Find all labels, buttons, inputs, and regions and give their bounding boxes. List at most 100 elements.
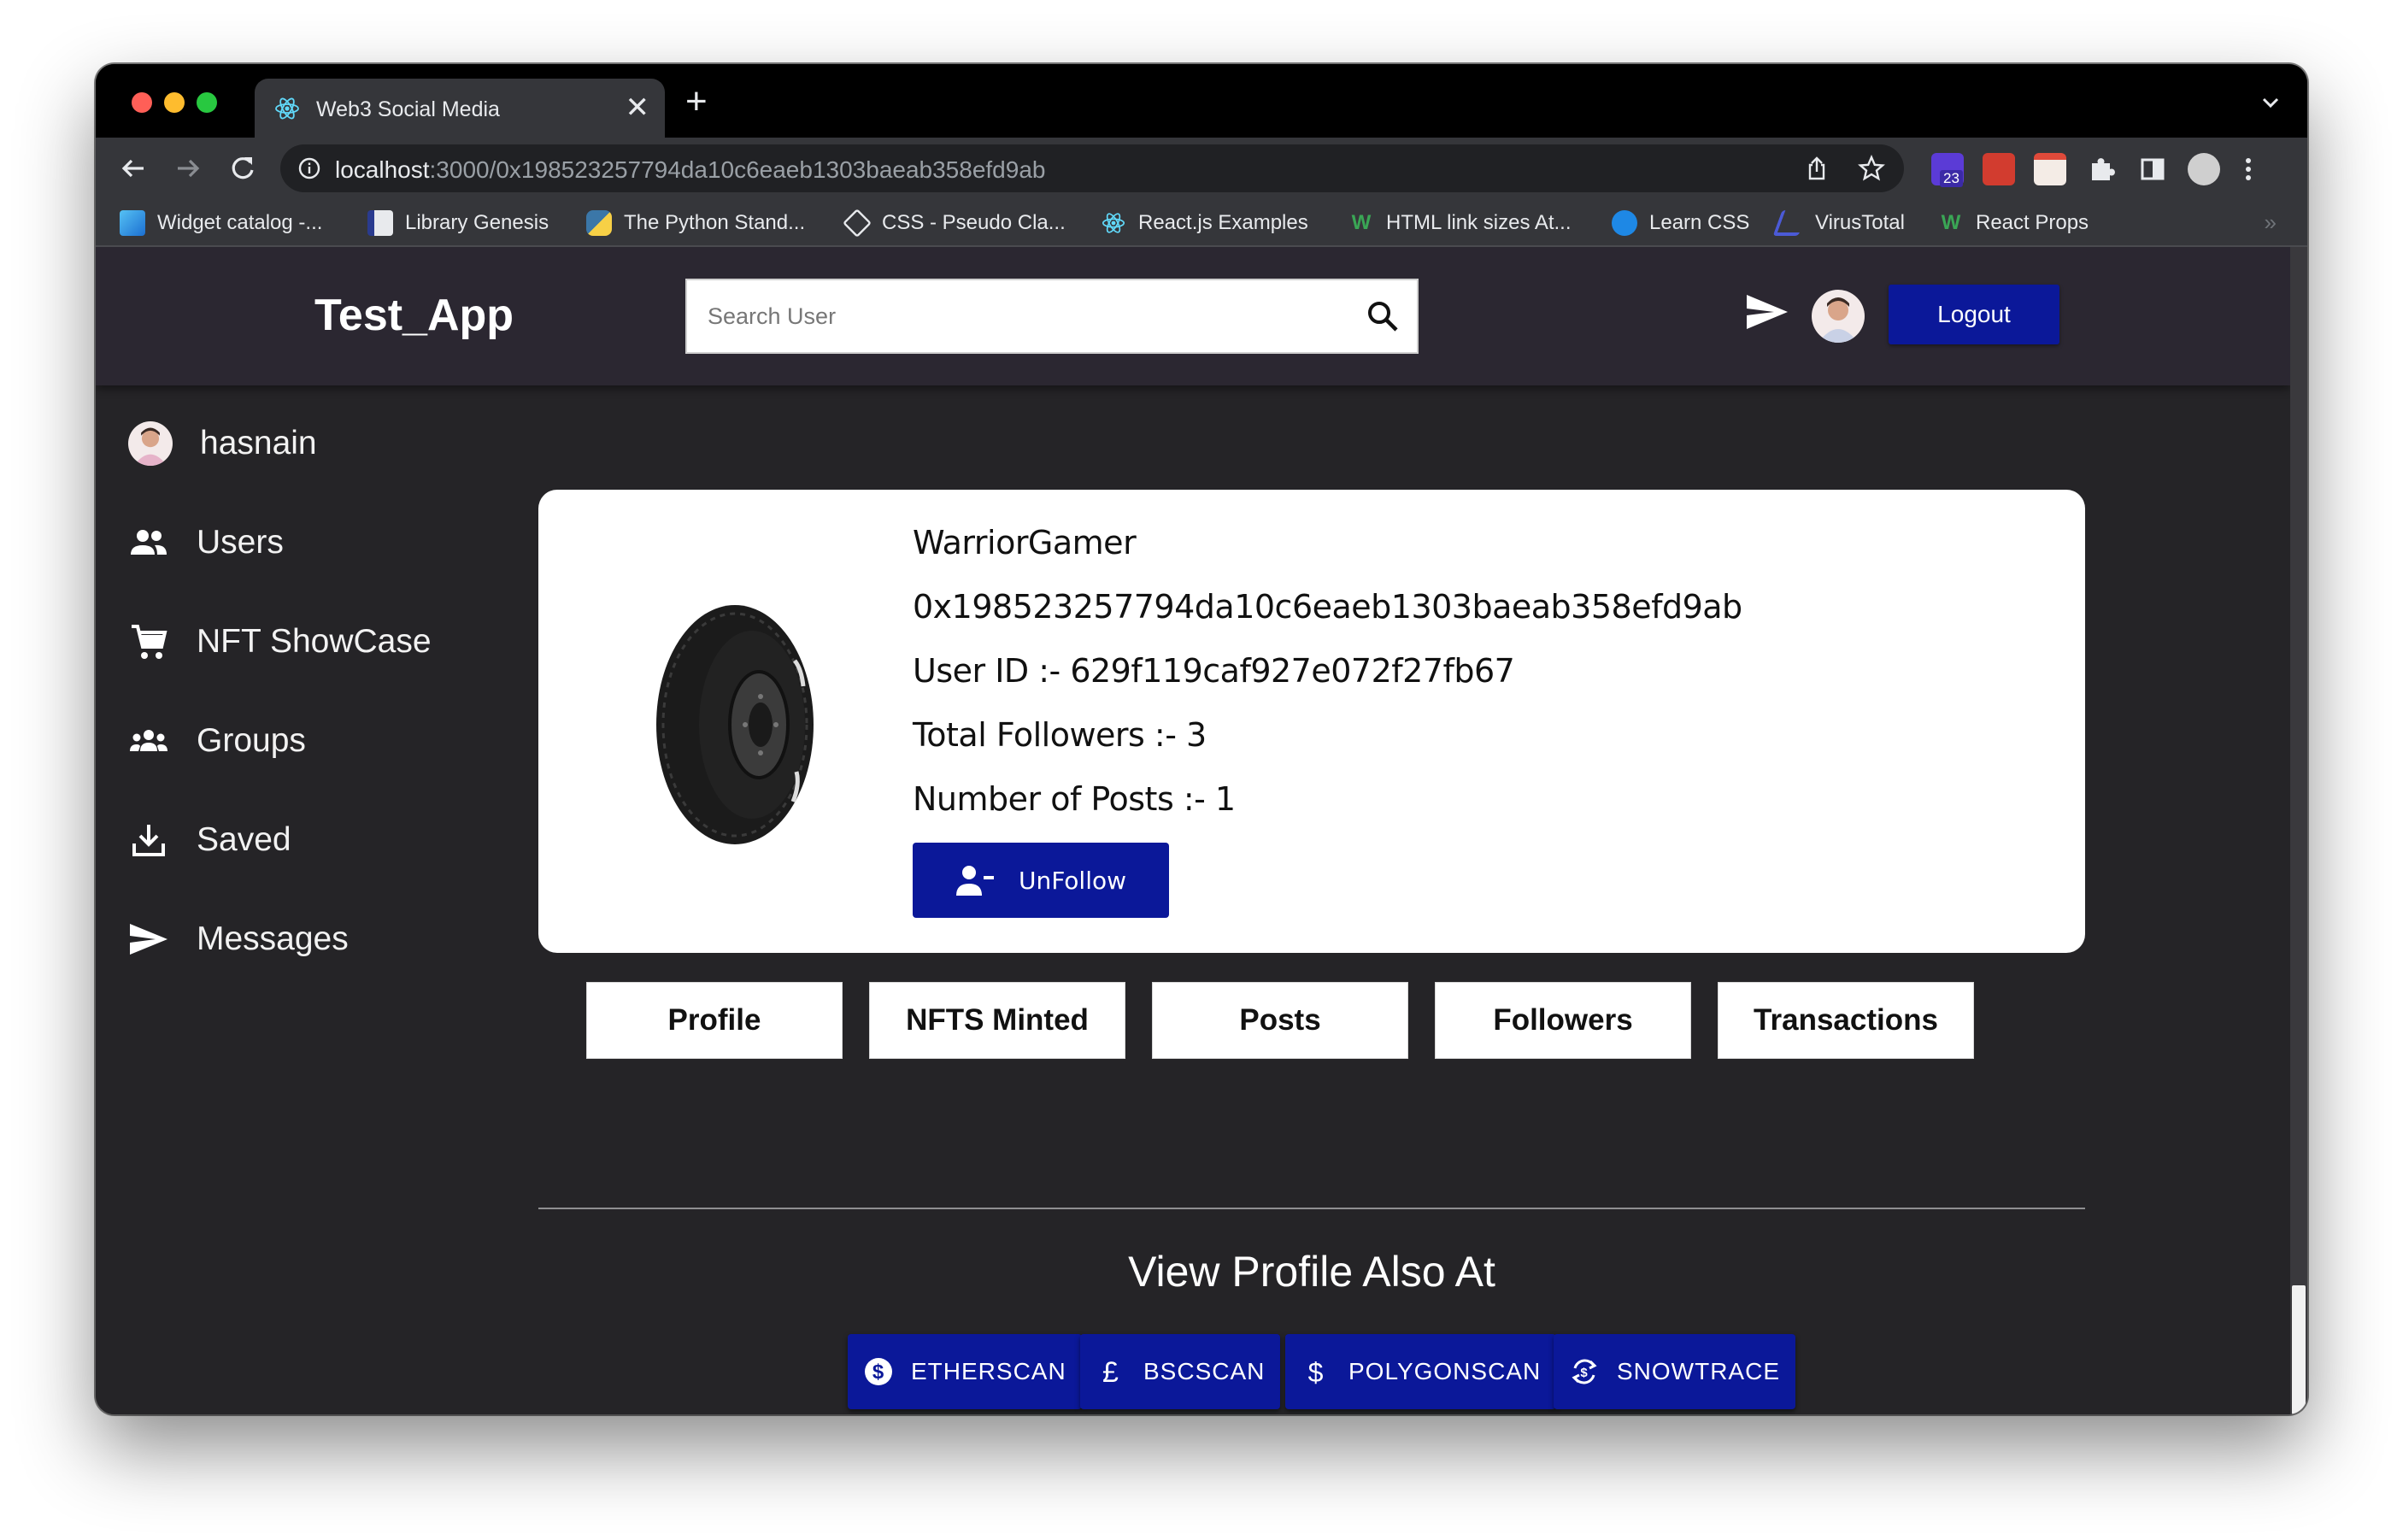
chevron-down-icon[interactable] bbox=[2258, 90, 2283, 115]
puzzle-icon[interactable] bbox=[2085, 153, 2118, 185]
tire-profile-image bbox=[656, 605, 814, 844]
tab-close-button[interactable]: ✕ bbox=[626, 91, 650, 125]
browser-tab[interactable]: Web3 Social Media ✕ bbox=[255, 79, 665, 138]
bookmark-item[interactable]: React.js Examples bbox=[1101, 209, 1308, 237]
tab-transactions[interactable]: Transactions bbox=[1718, 982, 1974, 1059]
browser-toolbar: localhost:3000/0x198523257794da10c6eaeb1… bbox=[96, 138, 2307, 199]
svg-text:$: $ bbox=[1308, 1357, 1325, 1387]
person-remove-icon bbox=[955, 866, 994, 896]
close-window-button[interactable] bbox=[132, 92, 152, 113]
profile-posts: Number of Posts :- 1 bbox=[913, 780, 1236, 818]
sidebar-item-messages[interactable]: Messages bbox=[128, 914, 349, 965]
bookmark-item[interactable]: W HTML link sizes At... bbox=[1348, 209, 1572, 237]
bookmark-label: React.js Examples bbox=[1138, 211, 1308, 234]
dollar-icon: $ bbox=[1308, 1357, 1325, 1387]
profile-avatar-icon[interactable] bbox=[2188, 153, 2220, 185]
sidebar-item-users[interactable]: Users bbox=[128, 517, 284, 568]
address-bar[interactable]: localhost:3000/0x198523257794da10c6eaeb1… bbox=[280, 144, 1904, 192]
bookmarks-overflow-button[interactable]: » bbox=[2265, 209, 2277, 236]
brand-logo[interactable]: Test_App bbox=[314, 290, 514, 341]
explorers-title: View Profile Also At bbox=[1128, 1248, 1495, 1296]
profile-address: 0x198523257794da10c6eaeb1303baeab358efd9… bbox=[913, 588, 1742, 626]
kebab-menu-icon[interactable] bbox=[2232, 153, 2265, 185]
bookmark-item[interactable]: VirusTotal bbox=[1772, 209, 1905, 237]
bookmark-item[interactable]: W React Props bbox=[1938, 209, 2089, 237]
unfollow-label: UnFollow bbox=[1018, 866, 1127, 895]
tab-nfts-minted[interactable]: NFTS Minted bbox=[869, 982, 1125, 1059]
extension-icon[interactable]: 23 bbox=[1931, 153, 1964, 187]
bookmark-label: Learn CSS bbox=[1649, 211, 1750, 234]
currency-exchange-icon: $ bbox=[1572, 1359, 1597, 1384]
profile-user-id: User ID :- 629f119caf927e072f27fb67 bbox=[913, 652, 1515, 690]
browser-window: Web3 Social Media ✕ + localhost:3000/0x1… bbox=[96, 64, 2307, 1414]
tab-posts[interactable]: Posts bbox=[1152, 982, 1408, 1059]
react-icon bbox=[1102, 213, 1125, 233]
extension-badge: 23 bbox=[1940, 170, 1963, 187]
bookmark-item[interactable]: The Python Stand... bbox=[586, 209, 805, 237]
svg-text:$: $ bbox=[872, 1361, 884, 1384]
svg-text:£: £ bbox=[1102, 1356, 1119, 1387]
polygonscan-button[interactable]: $ POLYGONSCAN bbox=[1285, 1334, 1557, 1409]
w-logo-icon: W bbox=[1941, 211, 1961, 234]
avatar[interactable] bbox=[1812, 290, 1865, 343]
bscscan-button[interactable]: £ BSCSCAN bbox=[1080, 1334, 1281, 1409]
send-icon bbox=[130, 924, 167, 955]
bookmark-label: Library Genesis bbox=[405, 211, 549, 234]
cart-icon bbox=[132, 625, 167, 659]
bookmarks-bar: Widget catalog -... Library Genesis The … bbox=[96, 199, 2307, 247]
scrollbar-thumb[interactable] bbox=[2292, 1285, 2306, 1414]
ladybug-extension-icon[interactable] bbox=[1983, 153, 2015, 185]
minimize-window-button[interactable] bbox=[164, 92, 185, 113]
etherscan-button[interactable]: $ ETHERSCAN bbox=[848, 1334, 1082, 1409]
search-box bbox=[685, 279, 1419, 354]
new-tab-button[interactable]: + bbox=[685, 83, 708, 120]
sidebar-item-label: Groups bbox=[197, 722, 306, 759]
snowtrace-button[interactable]: $ SNOWTRACE bbox=[1554, 1334, 1795, 1409]
bscscan-label: BSCSCAN bbox=[1143, 1358, 1266, 1384]
calendar-extension-icon[interactable] bbox=[2034, 153, 2066, 185]
bookmark-item[interactable]: Library Genesis bbox=[367, 209, 549, 237]
search-icon[interactable] bbox=[1364, 297, 1401, 335]
bookmark-label: CSS - Pseudo Cla... bbox=[882, 211, 1066, 234]
back-arrow-icon[interactable] bbox=[115, 150, 152, 187]
sidebar-item-profile[interactable]: hasnain bbox=[128, 418, 317, 469]
bookmark-label: HTML link sizes At... bbox=[1386, 211, 1572, 234]
url-text[interactable]: localhost:3000/0x198523257794da10c6eaeb1… bbox=[335, 156, 1045, 184]
reload-icon[interactable] bbox=[224, 150, 261, 187]
user-avatar-icon bbox=[1818, 297, 1858, 343]
sidebar-item-label: NFT ShowCase bbox=[197, 623, 432, 660]
info-icon[interactable] bbox=[297, 156, 321, 180]
svg-text:$: $ bbox=[1580, 1366, 1588, 1380]
share-icon[interactable] bbox=[1803, 155, 1830, 182]
learn-css-icon bbox=[1612, 210, 1637, 236]
react-icon bbox=[275, 97, 299, 120]
star-icon[interactable] bbox=[1858, 155, 1885, 182]
search-input[interactable] bbox=[687, 280, 1354, 352]
page-scrollbar[interactable] bbox=[2290, 247, 2307, 1414]
sidepanel-icon[interactable] bbox=[2136, 153, 2169, 185]
unfollow-button[interactable]: UnFollow bbox=[913, 843, 1169, 918]
logout-button[interactable]: Logout bbox=[1889, 285, 2059, 344]
web-page: Test_App Logout bbox=[96, 247, 2290, 1414]
tab-profile[interactable]: Profile bbox=[586, 982, 843, 1059]
send-icon[interactable] bbox=[1745, 291, 1789, 332]
bookmark-item[interactable]: Widget catalog -... bbox=[120, 209, 322, 237]
app-header: Test_App Logout bbox=[96, 247, 2290, 385]
profile-username: WarriorGamer bbox=[913, 524, 1137, 561]
css-diamond-icon bbox=[843, 209, 872, 238]
virustotal-icon bbox=[1772, 210, 1808, 236]
bookmark-label: The Python Stand... bbox=[624, 211, 806, 234]
bookmark-item[interactable]: CSS - Pseudo Cla... bbox=[843, 209, 1066, 238]
sidebar-item-saved[interactable]: Saved bbox=[128, 814, 291, 866]
section-divider bbox=[538, 1208, 2085, 1209]
tab-title: Web3 Social Media bbox=[316, 97, 500, 121]
bookmark-item[interactable]: Learn CSS bbox=[1612, 209, 1749, 237]
users-icon bbox=[131, 530, 167, 555]
dollar-circle-icon: $ bbox=[865, 1358, 892, 1385]
maximize-window-button[interactable] bbox=[197, 92, 217, 113]
sidebar-item-nft-showcase[interactable]: NFT ShowCase bbox=[128, 616, 432, 667]
tab-followers[interactable]: Followers bbox=[1435, 982, 1691, 1059]
forward-arrow-icon[interactable] bbox=[169, 150, 207, 187]
polygonscan-label: POLYGONSCAN bbox=[1348, 1358, 1542, 1384]
sidebar-item-groups[interactable]: Groups bbox=[128, 715, 306, 767]
